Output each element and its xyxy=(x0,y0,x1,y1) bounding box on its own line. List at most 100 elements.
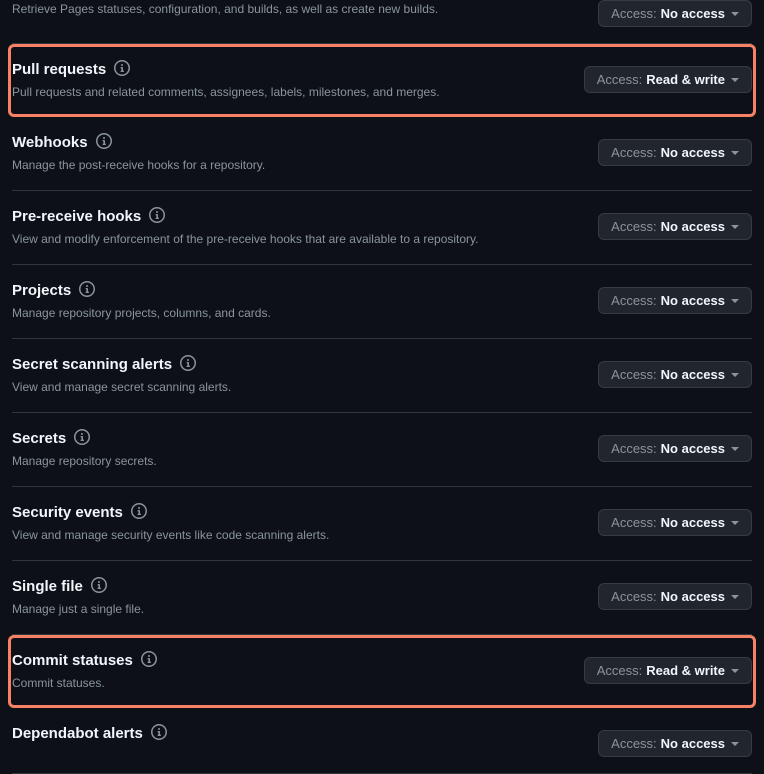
access-value: No access xyxy=(661,589,725,604)
permission-title-row: Pre-receive hooks xyxy=(12,207,598,226)
permission-info: Dependabot alerts xyxy=(12,724,598,747)
access-label: Access: xyxy=(611,367,657,382)
permission-info: Commit statuses Commit statuses. xyxy=(12,651,584,692)
permission-title: Security events xyxy=(12,504,123,521)
access-label: Access: xyxy=(611,219,657,234)
permissions-list: Retrieve Pages statuses, configuration, … xyxy=(0,0,764,774)
permission-title: Commit statuses xyxy=(12,652,133,669)
permission-title: Pre-receive hooks xyxy=(12,208,141,225)
permission-row: Projects Manage repository projects, colu… xyxy=(12,265,752,339)
access-value: No access xyxy=(661,367,725,382)
access-dropdown[interactable]: Access: No access xyxy=(598,139,752,166)
info-icon[interactable] xyxy=(151,724,167,743)
access-label: Access: xyxy=(597,72,643,87)
chevron-down-icon xyxy=(731,78,739,82)
permission-description: Manage just a single file. xyxy=(12,600,598,618)
permission-row: Security events View and manage security … xyxy=(12,487,752,561)
permission-info: Secret scanning alerts View and manage se… xyxy=(12,355,598,396)
permission-title-row: Webhooks xyxy=(12,133,598,152)
access-dropdown[interactable]: Access: Read & write xyxy=(584,657,752,684)
permission-description: View and manage secret scanning alerts. xyxy=(12,378,598,396)
permission-row: Secret scanning alerts View and manage se… xyxy=(12,339,752,413)
permission-info: Pre-receive hooks View and modify enforce… xyxy=(12,207,598,248)
access-dropdown[interactable]: Access: No access xyxy=(598,0,752,27)
info-icon[interactable] xyxy=(114,60,130,79)
access-label: Access: xyxy=(611,589,657,604)
permission-description: View and manage security events like cod… xyxy=(12,526,598,544)
permission-title: Projects xyxy=(12,282,71,299)
info-icon[interactable] xyxy=(74,429,90,448)
permission-row: Single fileManage just a single file.Acc… xyxy=(12,561,752,635)
permission-description: Manage repository secrets. xyxy=(12,452,598,470)
info-icon[interactable] xyxy=(91,577,107,596)
permission-title: Pull requests xyxy=(12,61,106,78)
chevron-down-icon xyxy=(731,373,739,377)
chevron-down-icon xyxy=(731,742,739,746)
permission-description: Retrieve Pages statuses, configuration, … xyxy=(12,0,598,18)
access-dropdown[interactable]: Access: Read & write xyxy=(584,66,752,93)
permission-title: Secret scanning alerts xyxy=(12,356,172,373)
permission-info: Projects Manage repository projects, colu… xyxy=(12,281,598,322)
permission-row: Webhooks Manage the post-receive hooks fo… xyxy=(12,117,752,191)
access-value: No access xyxy=(661,145,725,160)
info-icon[interactable] xyxy=(180,355,196,374)
access-dropdown[interactable]: Access: No access xyxy=(598,730,752,757)
permission-title-row: Commit statuses xyxy=(12,651,584,670)
access-value: Read & write xyxy=(646,72,725,87)
chevron-down-icon xyxy=(731,447,739,451)
info-icon[interactable] xyxy=(96,133,112,152)
permission-title-row: Projects xyxy=(12,281,598,300)
access-label: Access: xyxy=(611,6,657,21)
access-dropdown[interactable]: Access: No access xyxy=(598,583,752,610)
access-dropdown[interactable]: Access: No access xyxy=(598,287,752,314)
chevron-down-icon xyxy=(731,12,739,16)
permission-title-row: Security events xyxy=(12,503,598,522)
access-value: No access xyxy=(661,736,725,751)
permission-info: Retrieve Pages statuses, configuration, … xyxy=(12,0,598,18)
access-label: Access: xyxy=(611,145,657,160)
permission-description: Manage the post-receive hooks for a repo… xyxy=(12,156,598,174)
access-value: No access xyxy=(661,6,725,21)
permission-description: Manage repository projects, columns, and… xyxy=(12,304,598,322)
chevron-down-icon xyxy=(731,595,739,599)
permission-info: Pull requests Pull requests and related c… xyxy=(12,60,584,101)
access-value: No access xyxy=(661,441,725,456)
permission-description: View and modify enforcement of the pre-r… xyxy=(12,230,598,248)
permission-title: Dependabot alerts xyxy=(12,725,143,742)
permission-row: Dependabot alerts Access: No access xyxy=(12,708,752,774)
access-value: Read & write xyxy=(646,663,725,678)
permission-title-row: Single file xyxy=(12,577,598,596)
permission-description: Commit statuses. xyxy=(12,674,584,692)
permission-description: Pull requests and related comments, assi… xyxy=(12,83,584,101)
permission-title: Single file xyxy=(12,578,83,595)
access-dropdown[interactable]: Access: No access xyxy=(598,213,752,240)
permission-info: Secrets Manage repository secrets. xyxy=(12,429,598,470)
permission-title: Secrets xyxy=(12,430,66,447)
permission-row: Pre-receive hooks View and modify enforce… xyxy=(12,191,752,265)
info-icon[interactable] xyxy=(79,281,95,300)
permission-title: Webhooks xyxy=(12,134,88,151)
info-icon[interactable] xyxy=(149,207,165,226)
access-label: Access: xyxy=(611,441,657,456)
access-label: Access: xyxy=(597,663,643,678)
access-label: Access: xyxy=(611,515,657,530)
access-label: Access: xyxy=(611,293,657,308)
access-dropdown[interactable]: Access: No access xyxy=(598,509,752,536)
permission-title-row: Dependabot alerts xyxy=(12,724,598,743)
access-dropdown[interactable]: Access: No access xyxy=(598,435,752,462)
permission-info: Webhooks Manage the post-receive hooks fo… xyxy=(12,133,598,174)
chevron-down-icon xyxy=(731,151,739,155)
info-icon[interactable] xyxy=(141,651,157,670)
access-dropdown[interactable]: Access: No access xyxy=(598,361,752,388)
info-icon[interactable] xyxy=(131,503,147,522)
chevron-down-icon xyxy=(731,225,739,229)
permission-title-row: Secrets xyxy=(12,429,598,448)
chevron-down-icon xyxy=(731,669,739,673)
access-value: No access xyxy=(661,515,725,530)
chevron-down-icon xyxy=(731,521,739,525)
permission-info: Single file Manage just a single file. xyxy=(12,577,598,618)
permission-row-truncated: Retrieve Pages statuses, configuration, … xyxy=(12,0,752,44)
permission-row: SecretsManage repository secrets.Access:… xyxy=(12,413,752,487)
access-label: Access: xyxy=(611,736,657,751)
permission-info: Security events View and manage security … xyxy=(12,503,598,544)
